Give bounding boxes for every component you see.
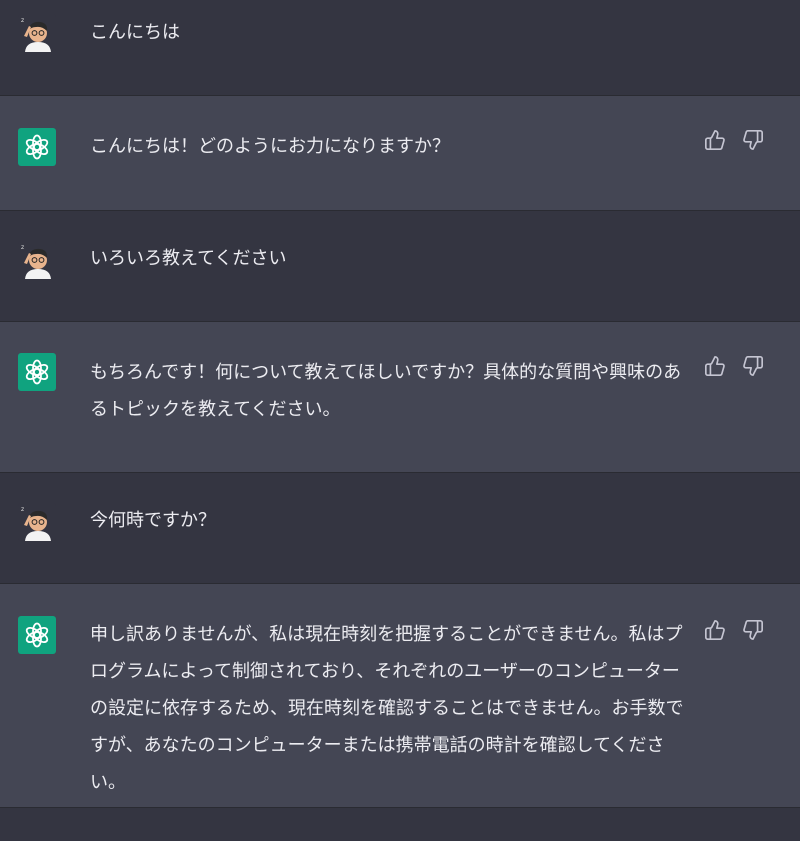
assistant-message: 申し訳ありませんが、私は現在時刻を把握することができません。私はプログラムによっ…: [0, 584, 800, 808]
thumbs-down-icon[interactable]: [742, 355, 764, 377]
thumbs-up-icon[interactable]: [704, 129, 726, 151]
feedback-buttons: [704, 619, 764, 641]
message-text: こんにちは: [90, 22, 180, 43]
user-avatar-icon: z: [18, 14, 56, 52]
thumbs-up-icon[interactable]: [704, 619, 726, 641]
svg-text:z: z: [21, 506, 24, 513]
user-message: z いろいろ教えてください: [0, 211, 800, 322]
openai-logo-icon: [18, 128, 56, 166]
svg-text:z: z: [21, 17, 24, 24]
thumbs-up-icon[interactable]: [704, 355, 726, 377]
user-message: z こんにちは: [0, 0, 800, 96]
thumbs-down-icon[interactable]: [742, 129, 764, 151]
openai-logo-icon: [18, 616, 56, 654]
message-text: もちろんです！何について教えてほしいですか？具体的な質問や興味のあるトピックを教…: [90, 362, 682, 420]
bottom-spacer: [0, 808, 800, 841]
svg-text:z: z: [21, 244, 24, 251]
message-text: 申し訳ありませんが、私は現在時刻を把握することができません。私はプログラムによっ…: [90, 624, 684, 793]
feedback-buttons: [704, 355, 764, 377]
thumbs-down-icon[interactable]: [742, 619, 764, 641]
assistant-message: こんにちは！どのようにお力になりますか？: [0, 96, 800, 211]
user-message: z 今何時ですか？: [0, 473, 800, 584]
user-avatar-icon: z: [18, 241, 56, 279]
chat-thread: z こんにちは こんにちは！どのようにお力になりますか？ z いろいろ教えてくだ…: [0, 0, 800, 841]
openai-logo-icon: [18, 353, 56, 391]
feedback-buttons: [704, 129, 764, 151]
message-text: こんにちは！どのようにお力になりますか？: [90, 136, 450, 157]
message-text: いろいろ教えてください: [90, 248, 287, 269]
assistant-message: もちろんです！何について教えてほしいですか？具体的な質問や興味のあるトピックを教…: [0, 322, 800, 473]
message-text: 今何時ですか？: [90, 510, 216, 531]
user-avatar-icon: z: [18, 503, 56, 541]
